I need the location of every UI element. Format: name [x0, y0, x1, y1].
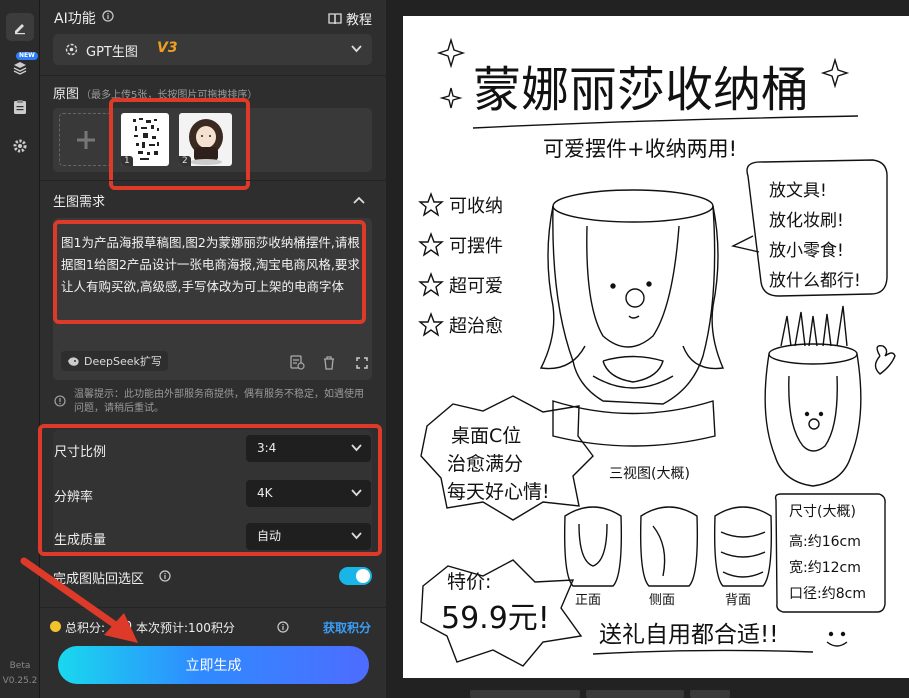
poster-subtitle: 可爱摆件+收纳两用!	[543, 137, 737, 161]
generate-label: 立即生成	[185, 658, 242, 674]
bubble-left-2: 治愈满分	[447, 453, 523, 475]
plus-icon	[76, 130, 95, 149]
pencil-icon	[15, 24, 25, 35]
tutorial-label: 教程	[346, 13, 373, 28]
get-credits-link[interactable]: 获取积分	[323, 619, 371, 636]
info-icon[interactable]	[159, 570, 171, 582]
canvas-scroll-strip[interactable]	[470, 690, 830, 698]
info-icon[interactable]	[102, 10, 114, 22]
poster-footer: 送礼自用都合适!!	[599, 622, 778, 648]
highlight-settings	[38, 424, 382, 556]
fullscreen-icon[interactable]	[356, 357, 368, 369]
warning-info-icon	[54, 395, 66, 407]
poster-sketch: 蒙娜丽莎收纳桶 可爱摆件+收纳两用! 可收纳 可摆件 超可爱 超治愈 放文具! …	[403, 16, 909, 678]
edit-tool-button[interactable]	[6, 13, 34, 41]
bubble-right-4: 放什么都行!	[769, 271, 861, 291]
generate-button[interactable]: 立即生成	[58, 646, 369, 684]
service-notice: 温馨提示：此功能由外部服务商提供，偶有服务不稳定，如遇使用问题，请稍后重试。	[74, 389, 364, 414]
toggle-knob	[356, 569, 370, 583]
poster-drawing: 蒙娜丽莎收纳桶 可爱摆件+收纳两用! 可收纳 可摆件 超可爱 超治愈 放文具! …	[418, 37, 896, 667]
deepseek-expand-button[interactable]: DeepSeek扩写	[61, 351, 168, 371]
tutorial-link[interactable]: 教程	[328, 9, 372, 28]
model-version: V3	[157, 40, 178, 56]
model-name: GPT生图	[86, 45, 138, 60]
size-height: 高:约16cm	[789, 533, 861, 550]
view-back: 背面	[725, 593, 751, 608]
bubble-right-3: 放小零食!	[769, 241, 844, 261]
size-width: 宽:约12cm	[789, 559, 861, 576]
panel-title: AI功能	[54, 11, 96, 27]
view-side: 侧面	[649, 593, 675, 608]
openai-icon	[65, 43, 78, 56]
annotation-arrow	[20, 557, 138, 643]
ai-panel: AI功能 教程 GPT生图 V3 原图 （最多上传5张，长按图片可拖拽排序） 1	[20, 0, 386, 698]
chevron-up-icon[interactable]	[353, 196, 365, 204]
divider	[40, 180, 386, 181]
new-badge: NEW	[16, 52, 38, 60]
version-label: V0.25.2	[2, 676, 38, 686]
bubble-left-3: 每天好心情!	[447, 481, 550, 503]
history-icon[interactable]	[289, 354, 305, 370]
trash-icon[interactable]	[322, 355, 336, 370]
paste-back-toggle[interactable]	[339, 567, 372, 585]
highlight-prompt	[53, 220, 366, 324]
bubble-left-1: 桌面C位	[451, 425, 521, 447]
price-value: 59.9元!	[441, 601, 550, 636]
layers-icon	[13, 62, 27, 75]
size-title: 尺寸(大概)	[789, 504, 856, 520]
poster-title: 蒙娜丽莎收纳桶	[473, 62, 809, 118]
info-icon[interactable]	[277, 621, 289, 633]
prompt-label: 生图需求	[53, 195, 106, 210]
beta-label: Beta	[9, 661, 31, 671]
deepseek-expand-label: DeepSeek扩写	[84, 355, 162, 368]
settings-tool-button[interactable]	[6, 132, 34, 160]
chevron-down-icon	[351, 45, 362, 53]
gear-icon	[13, 139, 27, 153]
feature-1: 可收纳	[449, 196, 503, 217]
source-images-label: 原图	[53, 87, 80, 102]
deepseek-icon	[68, 356, 79, 366]
price-label: 特价:	[447, 571, 491, 593]
divider	[40, 75, 386, 76]
bubble-right-2: 放化妆刷!	[769, 211, 844, 231]
model-selector[interactable]: GPT生图 V3	[53, 34, 372, 65]
highlight-source-images	[109, 98, 250, 190]
size-opening: 口径:约8cm	[789, 586, 866, 602]
feature-2: 可摆件	[449, 236, 503, 257]
add-image-button[interactable]	[59, 113, 112, 166]
view-front: 正面	[575, 593, 601, 608]
bubble-right-1: 放文具!	[769, 181, 827, 201]
clipboard-icon	[14, 100, 26, 114]
book-icon	[328, 12, 342, 24]
feature-4: 超治愈	[449, 316, 503, 337]
feature-3: 超可爱	[449, 276, 503, 297]
views-title: 三视图(大概)	[609, 466, 690, 482]
clipboard-tool-button[interactable]	[6, 93, 34, 121]
